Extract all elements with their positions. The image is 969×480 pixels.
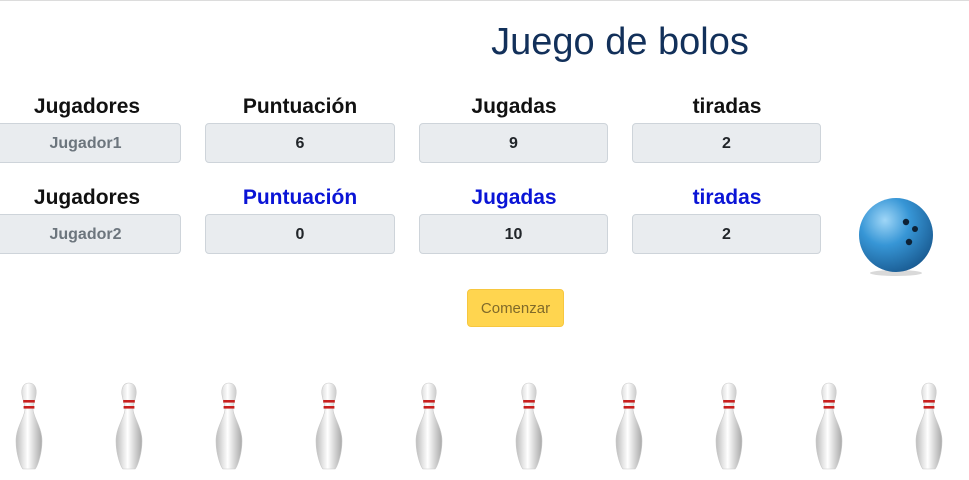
- bowling-pin-icon: [115, 382, 143, 470]
- player1-score-field: 6: [205, 123, 395, 163]
- bowling-pin-icon: [215, 382, 243, 470]
- player2-score-field: 0: [205, 214, 395, 254]
- bowling-pin-icon: [615, 382, 643, 470]
- start-button[interactable]: Comenzar: [467, 289, 564, 327]
- bowling-pin-icon: [915, 382, 943, 470]
- header-score-2: Puntuación: [242, 186, 358, 209]
- page-title: Juego de bolos: [491, 21, 749, 63]
- bowling-pin-icon: [415, 382, 443, 470]
- player2-throws-field: 2: [632, 214, 821, 254]
- header-plays-1: Jugadas: [471, 95, 557, 118]
- bowling-pin-icon: [15, 382, 43, 470]
- player1-name-field: Jugador1: [0, 123, 181, 163]
- bowling-ball-icon[interactable]: [856, 197, 936, 277]
- bowling-pin-icon: [815, 382, 843, 470]
- header-throws-2: tiradas: [692, 186, 762, 209]
- header-players-1: Jugadores: [33, 95, 141, 118]
- player1-throws-field: 2: [632, 123, 821, 163]
- header-players-2: Jugadores: [33, 186, 141, 209]
- bowling-pin-icon: [315, 382, 343, 470]
- player1-plays-field: 9: [419, 123, 608, 163]
- bowling-pin-icon: [715, 382, 743, 470]
- player2-name-field: Jugador2: [0, 214, 181, 254]
- header-throws-1: tiradas: [692, 95, 762, 118]
- header-score-1: Puntuación: [242, 95, 358, 118]
- player2-plays-field: 10: [419, 214, 608, 254]
- header-plays-2: Jugadas: [471, 186, 557, 209]
- bowling-pin-icon: [515, 382, 543, 470]
